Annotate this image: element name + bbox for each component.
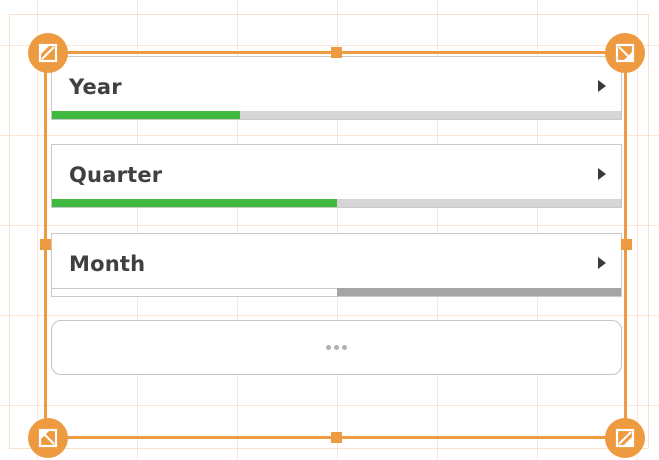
resize-handle-top[interactable]	[331, 47, 342, 58]
caret-right-icon[interactable]	[597, 165, 607, 184]
state-bar-selected	[52, 111, 240, 119]
filter-item-label: Month	[69, 252, 146, 276]
resize-diagonal-icon	[38, 428, 58, 448]
ellipsis-icon	[326, 345, 347, 350]
caret-right-icon[interactable]	[597, 77, 607, 96]
state-bar-excluded	[336, 288, 621, 296]
resize-handle-bottom-right[interactable]	[605, 418, 645, 458]
state-bar	[52, 199, 621, 207]
filter-item-quarter[interactable]: Quarter	[51, 144, 622, 208]
resize-handle-right[interactable]	[621, 239, 632, 250]
resize-handle-left[interactable]	[40, 239, 51, 250]
filter-item-label: Quarter	[69, 163, 163, 187]
resize-handle-bottom[interactable]	[331, 432, 342, 443]
filter-item-label: Year	[69, 75, 122, 99]
state-bar	[52, 111, 621, 119]
resize-handle-top-right[interactable]	[605, 33, 645, 73]
state-bar	[52, 288, 621, 296]
resize-diagonal-icon	[615, 428, 635, 448]
state-bar-possible	[52, 288, 337, 296]
resize-handle-top-left[interactable]	[28, 33, 68, 73]
caret-right-icon[interactable]	[597, 254, 607, 273]
state-bar-selected	[52, 199, 337, 207]
resize-diagonal-icon	[38, 43, 58, 63]
filter-item-year[interactable]: Year	[51, 56, 622, 120]
resize-handle-bottom-left[interactable]	[28, 418, 68, 458]
filter-item-month[interactable]: Month	[51, 233, 622, 297]
more-button[interactable]	[51, 320, 622, 375]
resize-diagonal-icon	[615, 43, 635, 63]
